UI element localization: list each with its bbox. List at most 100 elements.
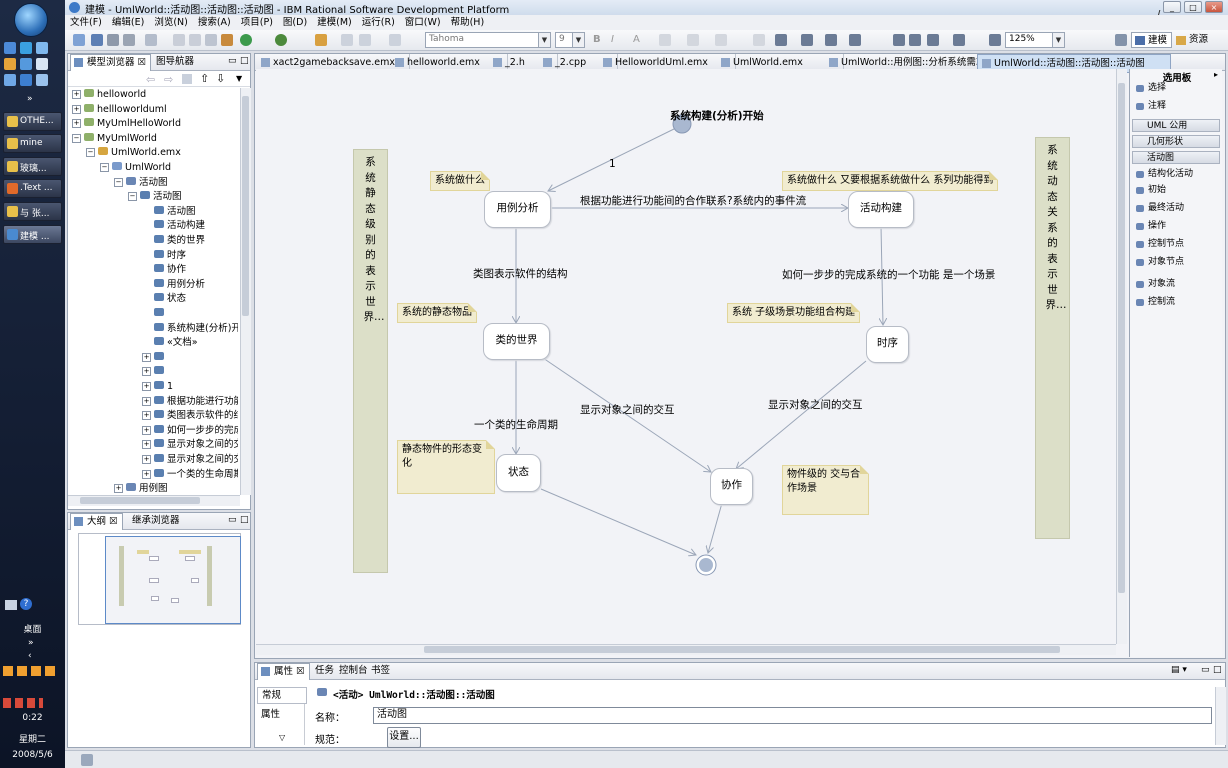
tree-item[interactable]: − UmlWorld	[100, 161, 171, 175]
palette-tool[interactable]: 选择	[1132, 81, 1220, 96]
tab-properties[interactable]: 属性 ☒	[257, 663, 310, 680]
tree-item[interactable]: + 类图表示软件的结	[142, 409, 238, 423]
tray-icons[interactable]	[3, 698, 43, 708]
tree-item[interactable]: +1	[142, 380, 173, 394]
menu-run[interactable]: 运行(R)	[357, 15, 400, 30]
palette-tool[interactable]: 最终活动	[1132, 201, 1220, 216]
tool-icon[interactable]	[205, 34, 217, 46]
chevron-down-icon[interactable]: ▼	[538, 33, 550, 47]
tool-icon[interactable]	[315, 34, 327, 46]
edge-label-interaction-right[interactable]: 显示对象之间的交互	[768, 397, 863, 412]
help-icon[interactable]: ?	[20, 598, 32, 610]
tool-icon[interactable]	[753, 34, 765, 46]
ie-icon[interactable]	[20, 42, 32, 54]
note-how[interactable]: 系统做什么 又要根据系统做什么 系列功能得到	[782, 171, 999, 191]
tab-tasks[interactable]: 任务	[313, 663, 338, 679]
outline-thumbnail[interactable]	[78, 533, 241, 625]
tree-item[interactable]: +	[142, 365, 167, 379]
edge-label-func-link[interactable]: 根据功能进行功能间的合作联系?系统内的事件流	[580, 193, 806, 208]
expand-icon[interactable]: +	[142, 382, 151, 391]
minimize-icon[interactable]: ▭	[228, 56, 237, 66]
chevron-down-icon[interactable]: ▽	[279, 733, 285, 742]
tree-item[interactable]: + MyUmlHelloWorld	[72, 117, 181, 131]
tool-icon[interactable]	[173, 34, 185, 46]
collapse-icon[interactable]: −	[86, 148, 95, 158]
side-tab-general[interactable]: 常规	[257, 687, 307, 704]
app-icon[interactable]	[20, 74, 32, 86]
app-icon[interactable]	[36, 58, 48, 70]
outline-viewport[interactable]	[105, 536, 241, 624]
tab-inheritance-browser[interactable]: 继承浏览器	[128, 513, 184, 529]
tree-item[interactable]: 用例分析	[142, 278, 205, 292]
note-static-world[interactable]: 系统静态级别的表示世界…	[353, 149, 388, 573]
close-button[interactable]: ×	[1205, 1, 1223, 13]
chevron-down-icon[interactable]: ▼	[1052, 33, 1064, 47]
note-dynamic-world[interactable]: 系统动态关系的表示世界…	[1035, 137, 1070, 539]
tree-item[interactable]: + helloworld	[72, 88, 146, 102]
maximize-button[interactable]: □	[1184, 1, 1202, 13]
arrange-icon[interactable]	[801, 34, 813, 46]
tree-item[interactable]: 系统构建(分析)开	[142, 322, 238, 336]
tree-item[interactable]: «文档»	[142, 336, 198, 350]
new-icon[interactable]	[73, 34, 85, 46]
open-perspective-icon[interactable]	[1115, 34, 1127, 46]
activity-collab[interactable]: 协作	[710, 468, 753, 505]
activity-usecase[interactable]: 用例分析	[484, 191, 551, 228]
tree-item[interactable]: − 活动图	[128, 190, 182, 204]
delete-icon[interactable]	[909, 34, 921, 46]
tree-item[interactable]: +	[142, 351, 167, 365]
canvas-scrollbar-v[interactable]	[1116, 69, 1127, 644]
tree-item[interactable]: 协作	[142, 263, 186, 277]
palette-drawer[interactable]: 几何形状	[1132, 135, 1220, 148]
collapse-icon[interactable]	[182, 74, 192, 84]
tree-item[interactable]: 类的世界	[142, 234, 205, 248]
minimize-icon[interactable]: ▭	[1201, 665, 1210, 675]
menu-modeling[interactable]: 建模(M)	[312, 15, 357, 30]
line-style-icon[interactable]	[715, 34, 727, 46]
expand-icon[interactable]: +	[72, 119, 81, 129]
note-static-change[interactable]: 静态物件的形态变化	[397, 440, 495, 494]
collapse-icon[interactable]: −	[128, 192, 137, 202]
edge-sequence-collab[interactable]	[736, 360, 867, 469]
bold-button[interactable]: B	[593, 34, 601, 45]
print-icon[interactable]	[123, 34, 135, 46]
edge-collab-final[interactable]	[708, 502, 723, 553]
expand-icon[interactable]: +	[142, 352, 151, 362]
note-static-items[interactable]: 系统的静态物品	[397, 303, 477, 323]
chevron-left-icon[interactable]: ‹	[28, 651, 32, 661]
taskbar-item[interactable]: .Text ...	[3, 179, 62, 198]
tree-item[interactable]: 状态	[142, 292, 186, 306]
tab-outline[interactable]: 大纲 ☒	[70, 513, 123, 530]
tab-diagram-navigator[interactable]: 图导航器	[152, 54, 198, 70]
taskbar-item[interactable]: 与 张...	[3, 202, 62, 221]
start-label[interactable]: 系统构建(分析)开始	[670, 108, 764, 123]
minimize-icon[interactable]: ▭	[228, 515, 237, 525]
align-icon[interactable]	[825, 34, 837, 46]
expand-icon[interactable]: +	[142, 411, 151, 421]
up-icon[interactable]: ⇧	[200, 72, 209, 85]
palette-tool[interactable]: 注释	[1132, 99, 1220, 114]
edge-state-final[interactable]	[540, 488, 696, 555]
app-icon[interactable]	[36, 74, 48, 86]
italic-button[interactable]: I	[611, 34, 614, 45]
expand-icon[interactable]: +	[114, 484, 123, 494]
tree-scrollbar-h[interactable]	[68, 495, 240, 506]
properties-scrollbar[interactable]	[1215, 687, 1226, 745]
tree-item[interactable]: 活动图	[142, 205, 196, 219]
tree-item[interactable]: 活动构建	[142, 219, 205, 233]
minimize-button[interactable]: _	[1163, 1, 1181, 13]
menu-edit[interactable]: 编辑(E)	[107, 15, 149, 30]
tab-console[interactable]: 控制台	[337, 663, 372, 679]
collapse-icon[interactable]: −	[100, 163, 109, 172]
run-icon[interactable]	[240, 34, 252, 46]
palette-tool[interactable]: 对象流	[1132, 277, 1220, 292]
back-icon[interactable]	[359, 34, 371, 46]
window-icon[interactable]	[36, 42, 48, 54]
view-menu-icon[interactable]: ▤ ▾	[1171, 665, 1187, 675]
tree-item[interactable]: − 活动图	[114, 176, 168, 190]
maximize-icon[interactable]: □	[240, 56, 249, 66]
tree-item[interactable]: + 如何一步步的完成	[142, 424, 238, 438]
app-icon[interactable]	[4, 58, 16, 70]
chevron-down-icon[interactable]: »	[27, 94, 33, 104]
expand-icon[interactable]: +	[142, 425, 151, 435]
